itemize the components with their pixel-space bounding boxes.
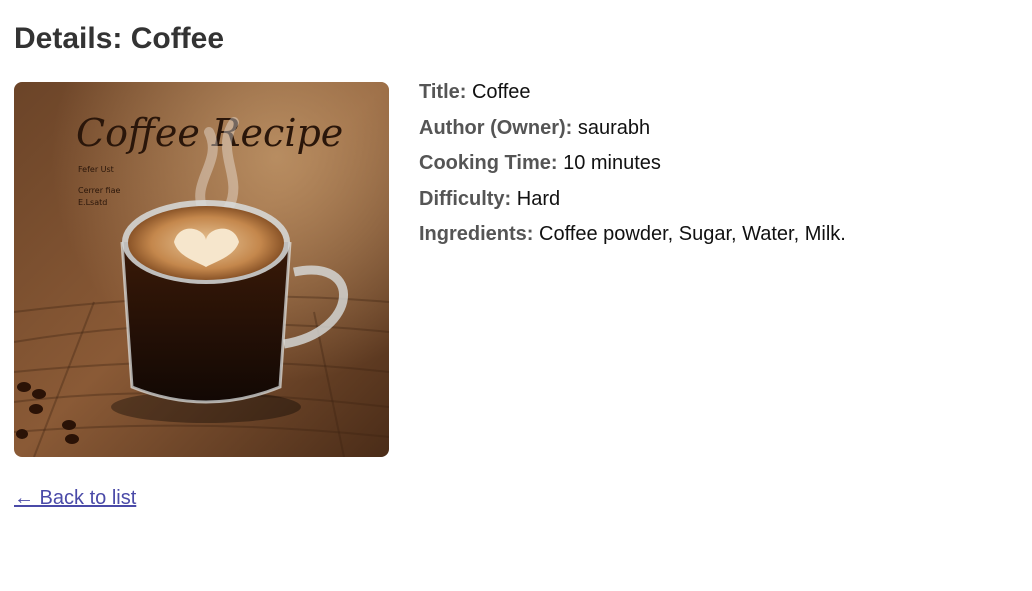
- detail-label: Author (Owner):: [419, 116, 573, 139]
- detail-value: Hard: [516, 187, 561, 210]
- detail-value: 10 minutes: [563, 152, 661, 174]
- detail-label: Cooking Time:: [419, 152, 558, 174]
- detail-label: Title:: [419, 81, 467, 103]
- detail-value: Coffee: [471, 81, 531, 103]
- recipe-detail-page: Details: Coffee Coffee Recipe Fefer Ust …: [0, 0, 1032, 591]
- detail-label: Ingredients:: [419, 223, 534, 245]
- detail-cooking-time: Cooking Time: 10 minutes: [419, 151, 846, 175]
- recipe-details: Title: Coffee Author (Owner): saurabh Co…: [419, 80, 846, 258]
- image-overlay-item: Cerrer fiae: [78, 186, 120, 195]
- image-overlay-item: Fefer Ust: [78, 165, 114, 174]
- detail-ingredients: Ingredients: Coffee powder, Sugar, Water…: [419, 222, 846, 246]
- detail-difficulty: Difficulty: Hard: [419, 187, 846, 211]
- detail-label: Difficulty:: [419, 187, 512, 210]
- detail-title: Title: Coffee: [419, 80, 846, 104]
- back-to-list-link[interactable]: ← Back to list: [14, 486, 136, 510]
- image-overlay-item: E.Lsatd: [78, 198, 107, 207]
- detail-value: saurabh: [577, 116, 651, 139]
- recipe-image: Coffee Recipe Fefer Ust Cerrer fiae E.Ls…: [14, 82, 389, 457]
- page-title: Details: Coffee: [14, 22, 225, 55]
- detail-author: Author (Owner): saurabh: [419, 116, 846, 140]
- detail-value: Coffee powder, Sugar, Water, Milk.: [539, 223, 846, 245]
